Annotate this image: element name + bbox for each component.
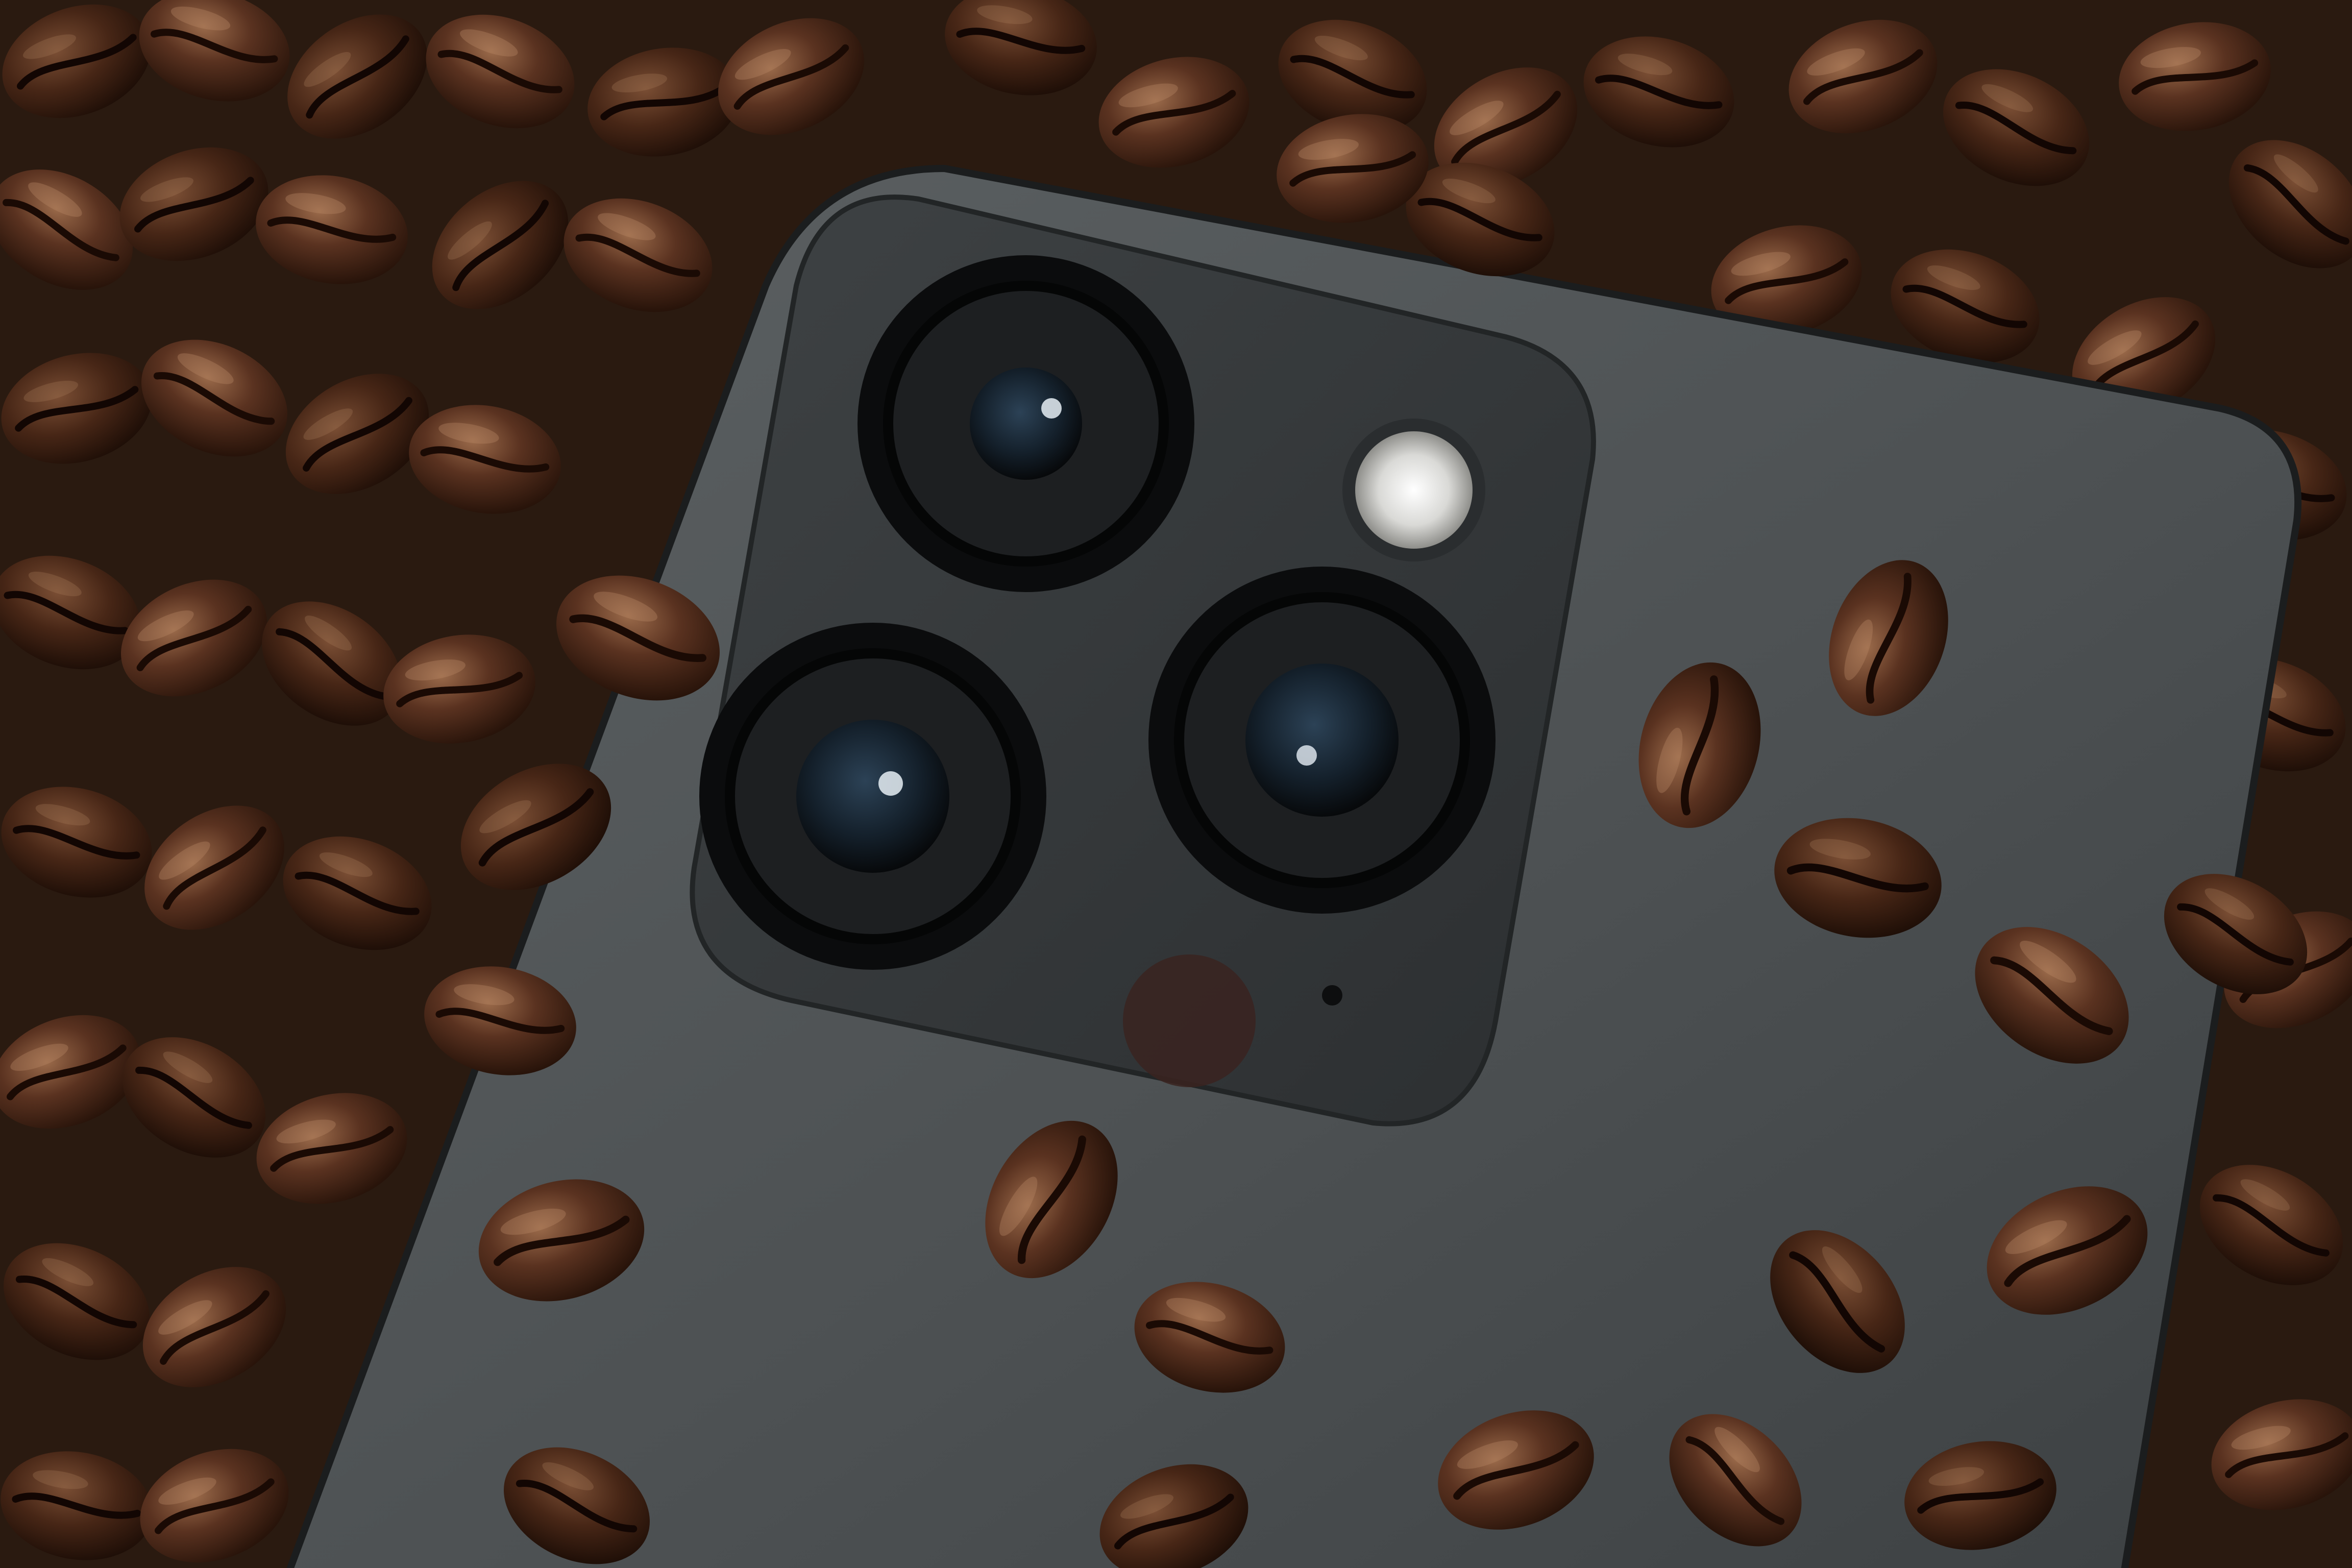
lidar-sensor	[1123, 954, 1256, 1087]
lens-bottom-right	[1148, 567, 1496, 914]
lens-top	[857, 255, 1194, 592]
lens-bottom-left	[699, 623, 1046, 970]
flash	[1342, 419, 1485, 561]
photo-scene	[0, 0, 2352, 1568]
microphone-hole	[1322, 985, 1342, 1006]
